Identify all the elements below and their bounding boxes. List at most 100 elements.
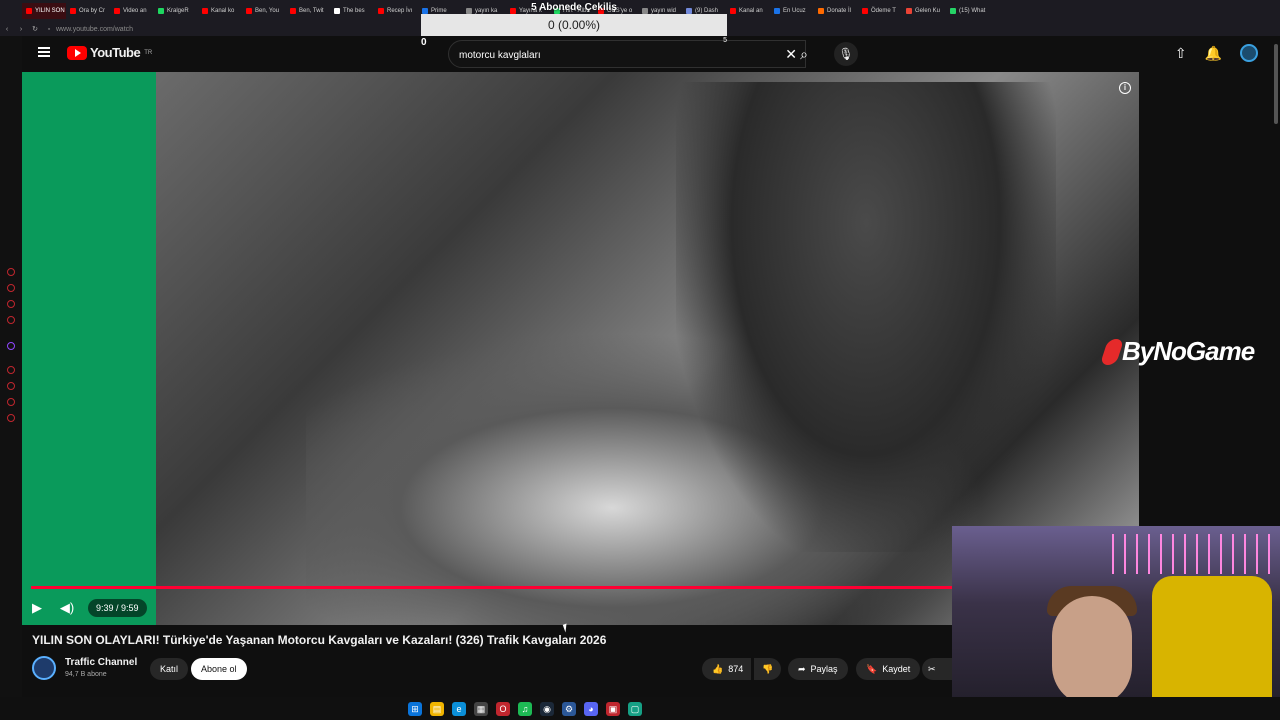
goal-max-label: 5	[723, 37, 727, 44]
sidebar-icon[interactable]	[7, 316, 15, 324]
browser-sidebar	[0, 36, 22, 720]
bynogame-mark-icon	[1099, 338, 1125, 365]
page-scrollbar[interactable]	[1272, 36, 1280, 526]
search-box: ✕	[448, 40, 806, 68]
sidebar-icon[interactable]	[7, 398, 15, 406]
youtube-logo[interactable]: YouTube TR	[67, 45, 152, 60]
account-avatar[interactable]	[1240, 44, 1258, 62]
browser-tab[interactable]: Gelen Ku	[902, 3, 946, 19]
app-icon[interactable]: ⚙	[562, 701, 576, 716]
tab-label: Recep İvı	[387, 8, 413, 14]
sidebar-icon[interactable]	[7, 366, 15, 374]
subscriber-count: 94,7 B abone	[65, 671, 107, 678]
tab-favicon-icon	[158, 8, 164, 14]
sidebar-icon[interactable]	[7, 414, 15, 422]
tab-favicon-icon	[202, 8, 208, 14]
tab-label: Ora by Cr	[79, 8, 106, 14]
browser-tab[interactable]: KralgeR	[154, 3, 198, 19]
browser-tab[interactable]: Donate İl	[814, 3, 858, 19]
video-progress-bar[interactable]	[31, 586, 952, 589]
search-input[interactable]	[459, 47, 759, 63]
steam-icon[interactable]: ◉	[540, 701, 554, 716]
logo-text: YouTube	[90, 45, 141, 60]
browser-tab[interactable]: Ben, Twit	[286, 3, 330, 19]
share-icon: ➦	[798, 663, 806, 674]
channel-avatar[interactable]	[32, 656, 56, 680]
subscribe-button[interactable]: Abone ol	[191, 658, 247, 680]
browser-tab[interactable]: The bes	[330, 3, 374, 19]
tab-favicon-icon	[906, 8, 912, 14]
tab-label: Video an	[123, 8, 147, 14]
video-title: YILIN SON OLAYLARI! Türkiye'de Yaşanan M…	[32, 633, 607, 647]
menu-icon[interactable]	[38, 47, 50, 57]
channel-name[interactable]: Traffic Channel	[65, 657, 137, 668]
sponsor-text: ByNoGame	[1122, 336, 1255, 366]
browser-tab[interactable]: Kanal ko	[198, 3, 242, 19]
back-icon[interactable]: ‹	[0, 26, 14, 33]
notifications-bell-icon[interactable]: 🔔	[1205, 45, 1222, 62]
app-icon[interactable]: ▣	[606, 701, 620, 716]
spotify-icon[interactable]: ♫	[518, 701, 532, 716]
tab-label: Gelen Ku	[915, 8, 941, 14]
share-label: Paylaş	[810, 664, 838, 674]
browser-tab[interactable]: Ödeme T	[858, 3, 902, 19]
discord-icon[interactable]: ◕	[584, 701, 598, 716]
twitch-icon[interactable]	[7, 342, 15, 350]
tab-favicon-icon	[862, 8, 868, 14]
scrollbar-thumb[interactable]	[1274, 44, 1278, 124]
tab-favicon-icon	[950, 8, 956, 14]
info-icon[interactable]: i	[1119, 82, 1131, 94]
windows-start-icon[interactable]: ⊞	[408, 701, 422, 716]
tab-favicon-icon	[334, 8, 340, 14]
tab-label: Ödeme T	[871, 8, 896, 14]
join-button[interactable]: Katıl	[150, 658, 189, 680]
dislike-button[interactable]: 👎	[754, 658, 782, 680]
like-button[interactable]: 👍 874	[702, 658, 752, 680]
subscriber-goal-overlay: 5 Abonede Çekiliş 0 (0.00%) 0 5	[421, 0, 727, 48]
sidebar-icon[interactable]	[7, 382, 15, 390]
reload-icon[interactable]: ↻	[28, 25, 42, 33]
browser-tab[interactable]: Kanal an	[726, 3, 770, 19]
save-button[interactable]: 🔖 Kaydet	[856, 658, 921, 680]
sidebar-icon[interactable]	[7, 268, 15, 276]
thumbs-down-icon: 👎	[762, 663, 774, 674]
volume-icon[interactable]: ◀)	[52, 600, 82, 616]
browser-tab[interactable]: Recep İvı	[374, 3, 418, 19]
join-label: Katıl	[160, 664, 179, 674]
browser-tab[interactable]: En Ucuz	[770, 3, 814, 19]
browser-tab[interactable]: (15) What	[946, 3, 990, 19]
bookmark-icon: 🔖	[866, 663, 878, 674]
play-icon[interactable]: ▶	[22, 600, 52, 616]
store-icon[interactable]: ▦	[474, 701, 488, 716]
tab-favicon-icon	[246, 8, 252, 14]
clip-button[interactable]: ✂	[922, 658, 952, 680]
tab-favicon-icon	[290, 8, 296, 14]
sponsor-logo: ByNoGame	[1099, 336, 1255, 367]
tab-favicon-icon	[774, 8, 780, 14]
lock-icon: ▫	[47, 25, 51, 33]
tab-label: Kanal an	[739, 8, 763, 14]
forward-icon[interactable]: ›	[14, 26, 28, 33]
browser-tab[interactable]: Ora by Cr	[66, 3, 110, 19]
url-text[interactable]: www.youtube.com/watch	[56, 26, 133, 33]
share-button[interactable]: ➦ Paylaş	[788, 658, 848, 680]
file-explorer-icon[interactable]: ▤	[430, 701, 444, 716]
browser-tab[interactable]: YILIN SON OLAYL	[22, 3, 66, 19]
opera-gx-icon[interactable]: O	[496, 701, 510, 716]
search-icon[interactable]: ⌕	[788, 40, 820, 68]
tab-favicon-icon	[378, 8, 384, 14]
browser-tab[interactable]: Ben, You	[242, 3, 286, 19]
tab-label: Kanal ko	[211, 8, 235, 14]
header-actions: ⇧ 🔔	[1175, 44, 1258, 62]
microphone-icon[interactable]: 🎙	[834, 42, 858, 66]
browser-tab[interactable]: Video an	[110, 3, 154, 19]
country-code: TR	[144, 49, 153, 56]
sidebar-icon[interactable]	[7, 300, 15, 308]
sidebar-icon[interactable]	[7, 284, 15, 292]
edge-icon[interactable]: e	[452, 701, 466, 716]
upload-icon[interactable]: ⇧	[1175, 45, 1187, 62]
app-icon[interactable]: ▢	[628, 701, 642, 716]
scissors-icon: ✂	[928, 663, 936, 674]
tab-favicon-icon	[730, 8, 736, 14]
goal-title: 5 Abonede Çekiliş	[531, 2, 617, 13]
